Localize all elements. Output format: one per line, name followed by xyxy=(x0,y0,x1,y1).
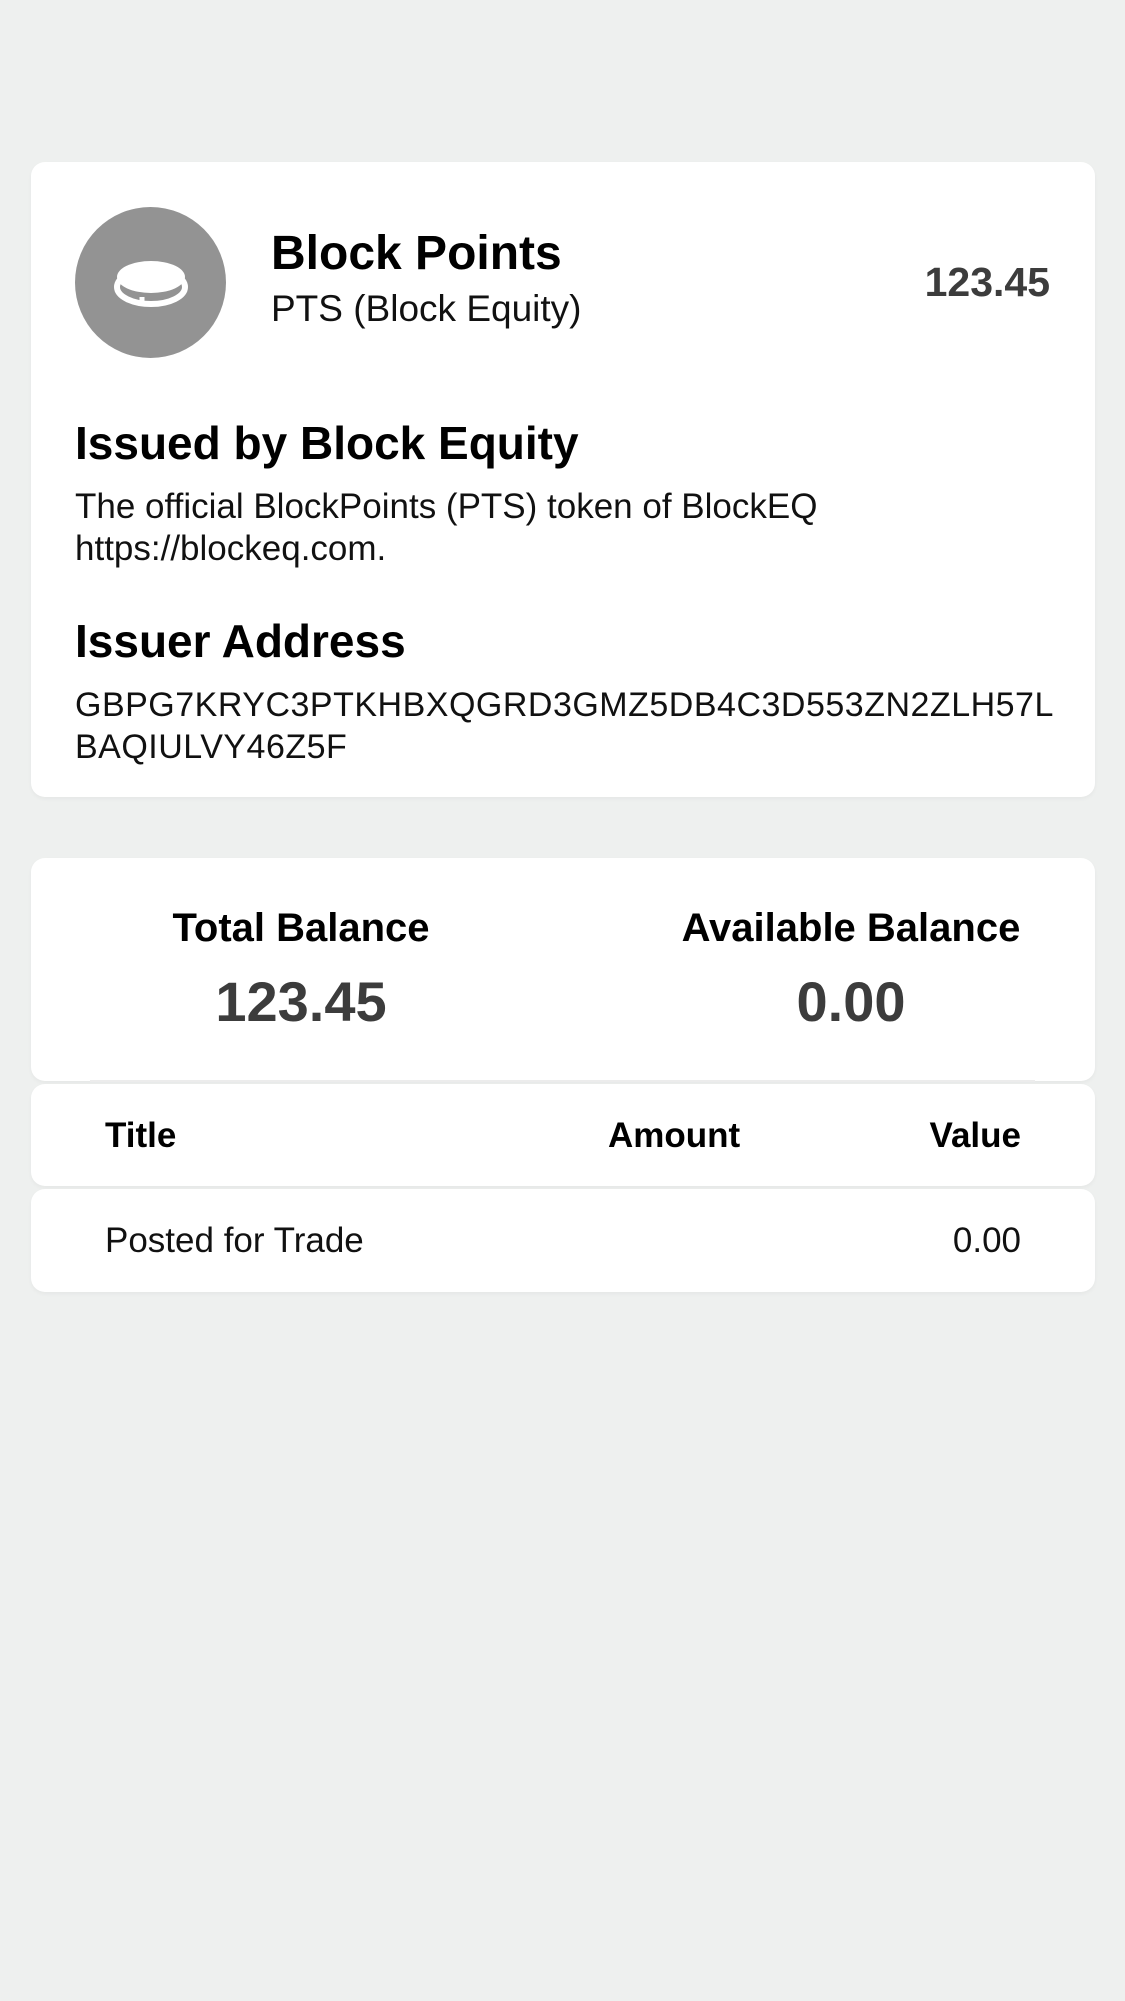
column-header-title: Title xyxy=(105,1115,177,1155)
row-title: Posted for Trade xyxy=(105,1221,364,1260)
column-header-amount: Amount xyxy=(608,1115,741,1155)
table-row[interactable]: Posted for Trade 0.00 xyxy=(31,1189,1095,1292)
asset-name: Block Points xyxy=(271,227,562,280)
asset-code: PTS (Block Equity) xyxy=(271,288,582,329)
balance-card: Total Balance 123.45 Available Balance 0… xyxy=(31,858,1095,1081)
total-balance: Total Balance 123.45 xyxy=(31,908,571,1030)
divider xyxy=(90,1080,1035,1082)
issuer-address: GBPG7KRYC3PTKHBXQGRD3GMZ5DB4C3D553ZN2ZLH… xyxy=(75,686,1054,766)
column-header-value: Value xyxy=(929,1115,1021,1155)
issuer-heading: Issued by Block Equity xyxy=(75,417,579,469)
row-value: 0.00 xyxy=(952,1221,1021,1260)
total-balance-value: 123.45 xyxy=(215,970,387,1033)
coin-icon xyxy=(75,207,226,358)
coin-icon-glyph xyxy=(113,260,188,307)
available-balance-label: Available Balance xyxy=(681,906,1021,950)
issuer-address-label: Issuer Address xyxy=(75,615,406,667)
available-balance-value: 0.00 xyxy=(796,970,906,1033)
issuer-description: The official BlockPoints (PTS) token of … xyxy=(75,487,818,568)
table-header: Title Amount Value xyxy=(31,1084,1095,1186)
total-balance-label: Total Balance xyxy=(172,906,430,950)
asset-balance: 123.45 xyxy=(924,259,1050,305)
asset-card: Block Points PTS (Block Equity) 123.45 I… xyxy=(31,162,1095,797)
available-balance: Available Balance 0.00 xyxy=(521,908,1125,1030)
